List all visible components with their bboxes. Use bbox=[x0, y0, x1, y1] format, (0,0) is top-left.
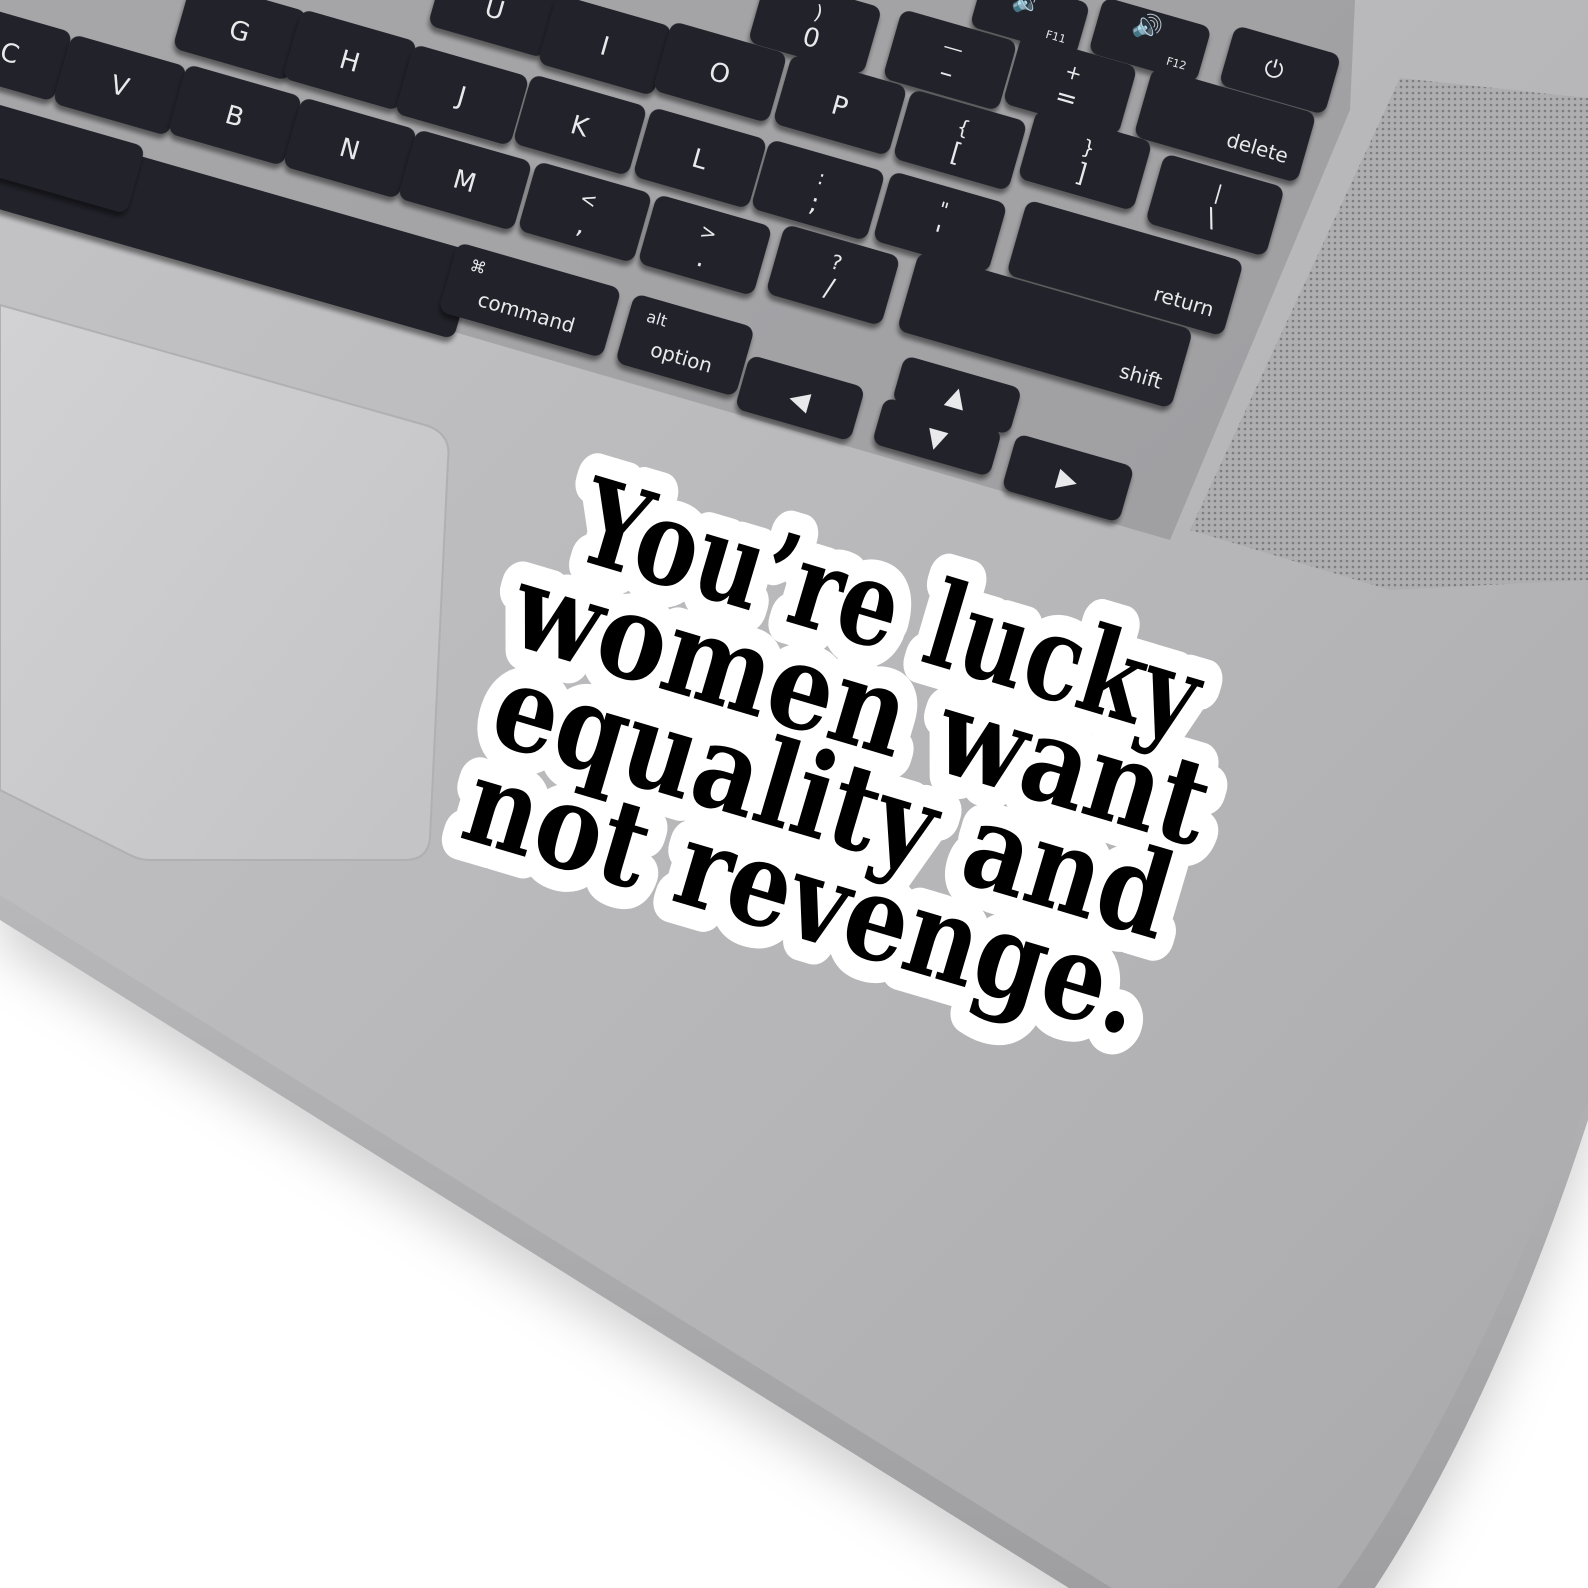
laptop-sticker-scene: U)0🔉F11 🔊F12 ⏻G I —–C H O +=V J PdeleteB K{[}]N L|\… bbox=[0, 0, 1588, 1588]
